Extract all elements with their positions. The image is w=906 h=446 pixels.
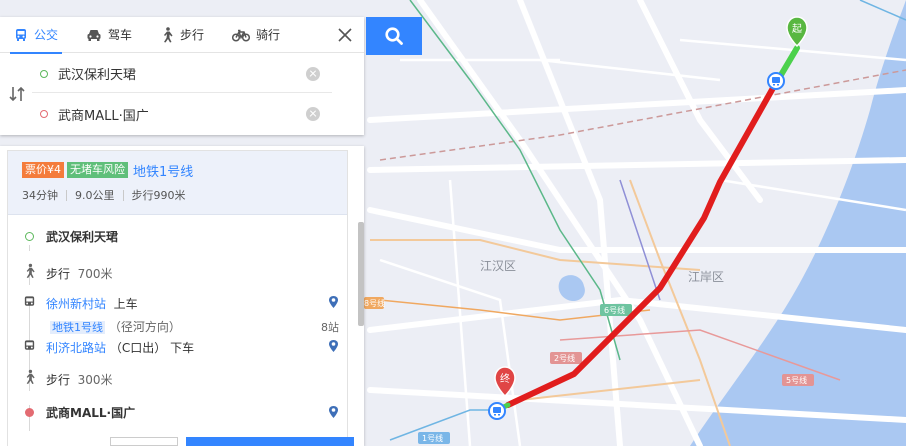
end-field[interactable]: 武商MALL·国广	[32, 95, 332, 133]
tab-cycling-label: 骑行	[256, 28, 281, 42]
car-icon	[87, 29, 101, 41]
location-pin-icon[interactable]	[328, 295, 339, 309]
clear-end-icon[interactable]	[306, 107, 320, 121]
walk-icon	[164, 26, 173, 42]
tab-transit-label: 公交	[34, 28, 59, 42]
station-icon-alight[interactable]	[488, 402, 506, 420]
walk-2-distance: 300米	[77, 373, 113, 387]
tab-transit[interactable]: 公交	[0, 17, 72, 54]
walk-1-label: 步行	[46, 267, 71, 281]
station-icon-board[interactable]	[767, 72, 785, 90]
tab-driving[interactable]: 驾车	[72, 17, 146, 53]
metro-line-tag-8: 8号线	[364, 297, 385, 309]
walk-2-label: 步行	[46, 373, 71, 387]
no-traffic-tag: 无堵车风险	[67, 162, 128, 178]
tab-walking[interactable]: 步行	[146, 17, 218, 53]
metro-line-tag-6: 6号线	[600, 304, 632, 316]
tab-walking-label: 步行	[180, 28, 205, 42]
route-search-panel: 公交 驾车 步行 骑行 武汉保利天珺 武商MALL·国广	[0, 17, 364, 135]
end-dot-icon	[25, 408, 34, 417]
stop-count: 8站	[321, 321, 339, 334]
close-icon[interactable]	[336, 26, 354, 44]
alight-action: 下车	[170, 341, 195, 355]
step-alight[interactable]: 利济北路站 （C口出） 下车	[8, 337, 347, 355]
board-action: 上车	[113, 297, 138, 311]
search-button[interactable]	[366, 17, 422, 55]
walk-distance: 步行990米	[131, 189, 186, 202]
start-field[interactable]: 武汉保利天珺	[32, 55, 332, 93]
step-board[interactable]: 徐州新村站 上车	[8, 293, 347, 311]
alight-exit: （C口出）	[109, 341, 167, 355]
start-dot-icon	[25, 232, 34, 241]
location-pin-icon[interactable]	[328, 405, 339, 419]
board-station-link[interactable]: 徐州新村站	[46, 297, 106, 311]
distance: 9.0公里	[75, 189, 115, 202]
bike-icon	[232, 29, 251, 42]
route-plan-card[interactable]: 票价¥4 无堵车风险 地铁1号线 34分钟 9.0公里 步行990米 武汉保利天…	[7, 150, 348, 446]
walk-icon	[26, 369, 35, 384]
tab-driving-label: 驾车	[108, 28, 133, 42]
end-field-value: 武商MALL·国广	[58, 108, 149, 124]
line-badge: 地铁1号线	[50, 321, 105, 334]
svg-text:8号线: 8号线	[364, 298, 385, 308]
price-tag: 票价¥4	[22, 162, 64, 178]
end-dot-icon	[40, 110, 48, 118]
plan-summary[interactable]: 票价¥4 无堵车风险 地铁1号线 34分钟 9.0公里 步行990米	[8, 151, 347, 215]
bus-icon	[16, 28, 26, 41]
svg-text:5号线: 5号线	[786, 375, 807, 385]
metro-line-tag-2: 2号线	[550, 352, 582, 364]
svg-text:6号线: 6号线	[604, 305, 625, 315]
svg-text:起: 起	[792, 23, 802, 35]
step-line[interactable]: 地铁1号线 （径河方向） 8站	[8, 316, 347, 334]
travel-mode-tabs: 公交 驾车 步行 骑行	[0, 17, 364, 54]
step-start[interactable]: 武汉保利天珺	[8, 227, 347, 245]
metro-line-tag-5: 5号线	[782, 374, 814, 386]
metro-line-tag-1: 1号线	[418, 432, 450, 444]
district-label-jianghan: 江汉区	[480, 259, 516, 273]
bus-icon	[24, 296, 35, 306]
step-walk-2[interactable]: 步行 300米	[8, 369, 347, 387]
route-inputs: 武汉保利天珺 武商MALL·国广	[0, 53, 364, 135]
district-label-jiangan: 江岸区	[688, 270, 724, 284]
svg-text:2号线: 2号线	[554, 353, 575, 363]
start-field-value: 武汉保利天珺	[58, 68, 137, 83]
bus-icon	[24, 340, 35, 350]
walk-icon	[26, 263, 35, 278]
step-end[interactable]: 武商MALL·国广	[8, 403, 347, 421]
location-pin-icon[interactable]	[328, 339, 339, 353]
step-start-name: 武汉保利天珺	[46, 230, 119, 244]
svg-text:终: 终	[500, 372, 510, 385]
bottom-action-button-secondary[interactable]	[110, 437, 178, 446]
svg-text:1号线: 1号线	[422, 433, 443, 443]
swap-icon[interactable]	[8, 85, 26, 103]
walk-1-distance: 700米	[77, 267, 113, 281]
bottom-action-button-primary[interactable]	[186, 437, 354, 446]
tab-cycling[interactable]: 骑行	[218, 17, 294, 53]
search-icon	[385, 27, 403, 45]
route-line-name: 地铁1号线	[133, 164, 194, 180]
start-dot-icon	[40, 69, 48, 78]
alight-station-link[interactable]: 利济北路站	[46, 341, 106, 355]
clear-start-icon[interactable]	[306, 66, 320, 81]
duration: 34分钟	[22, 189, 58, 202]
step-walk-1[interactable]: 步行 700米	[8, 263, 347, 281]
route-result-panel: 票价¥4 无堵车风险 地铁1号线 34分钟 9.0公里 步行990米 武汉保利天…	[0, 146, 364, 446]
result-scrollbar[interactable]	[358, 222, 364, 326]
line-direction: （径河方向）	[108, 320, 181, 334]
step-end-name: 武商MALL·国广	[46, 406, 136, 420]
